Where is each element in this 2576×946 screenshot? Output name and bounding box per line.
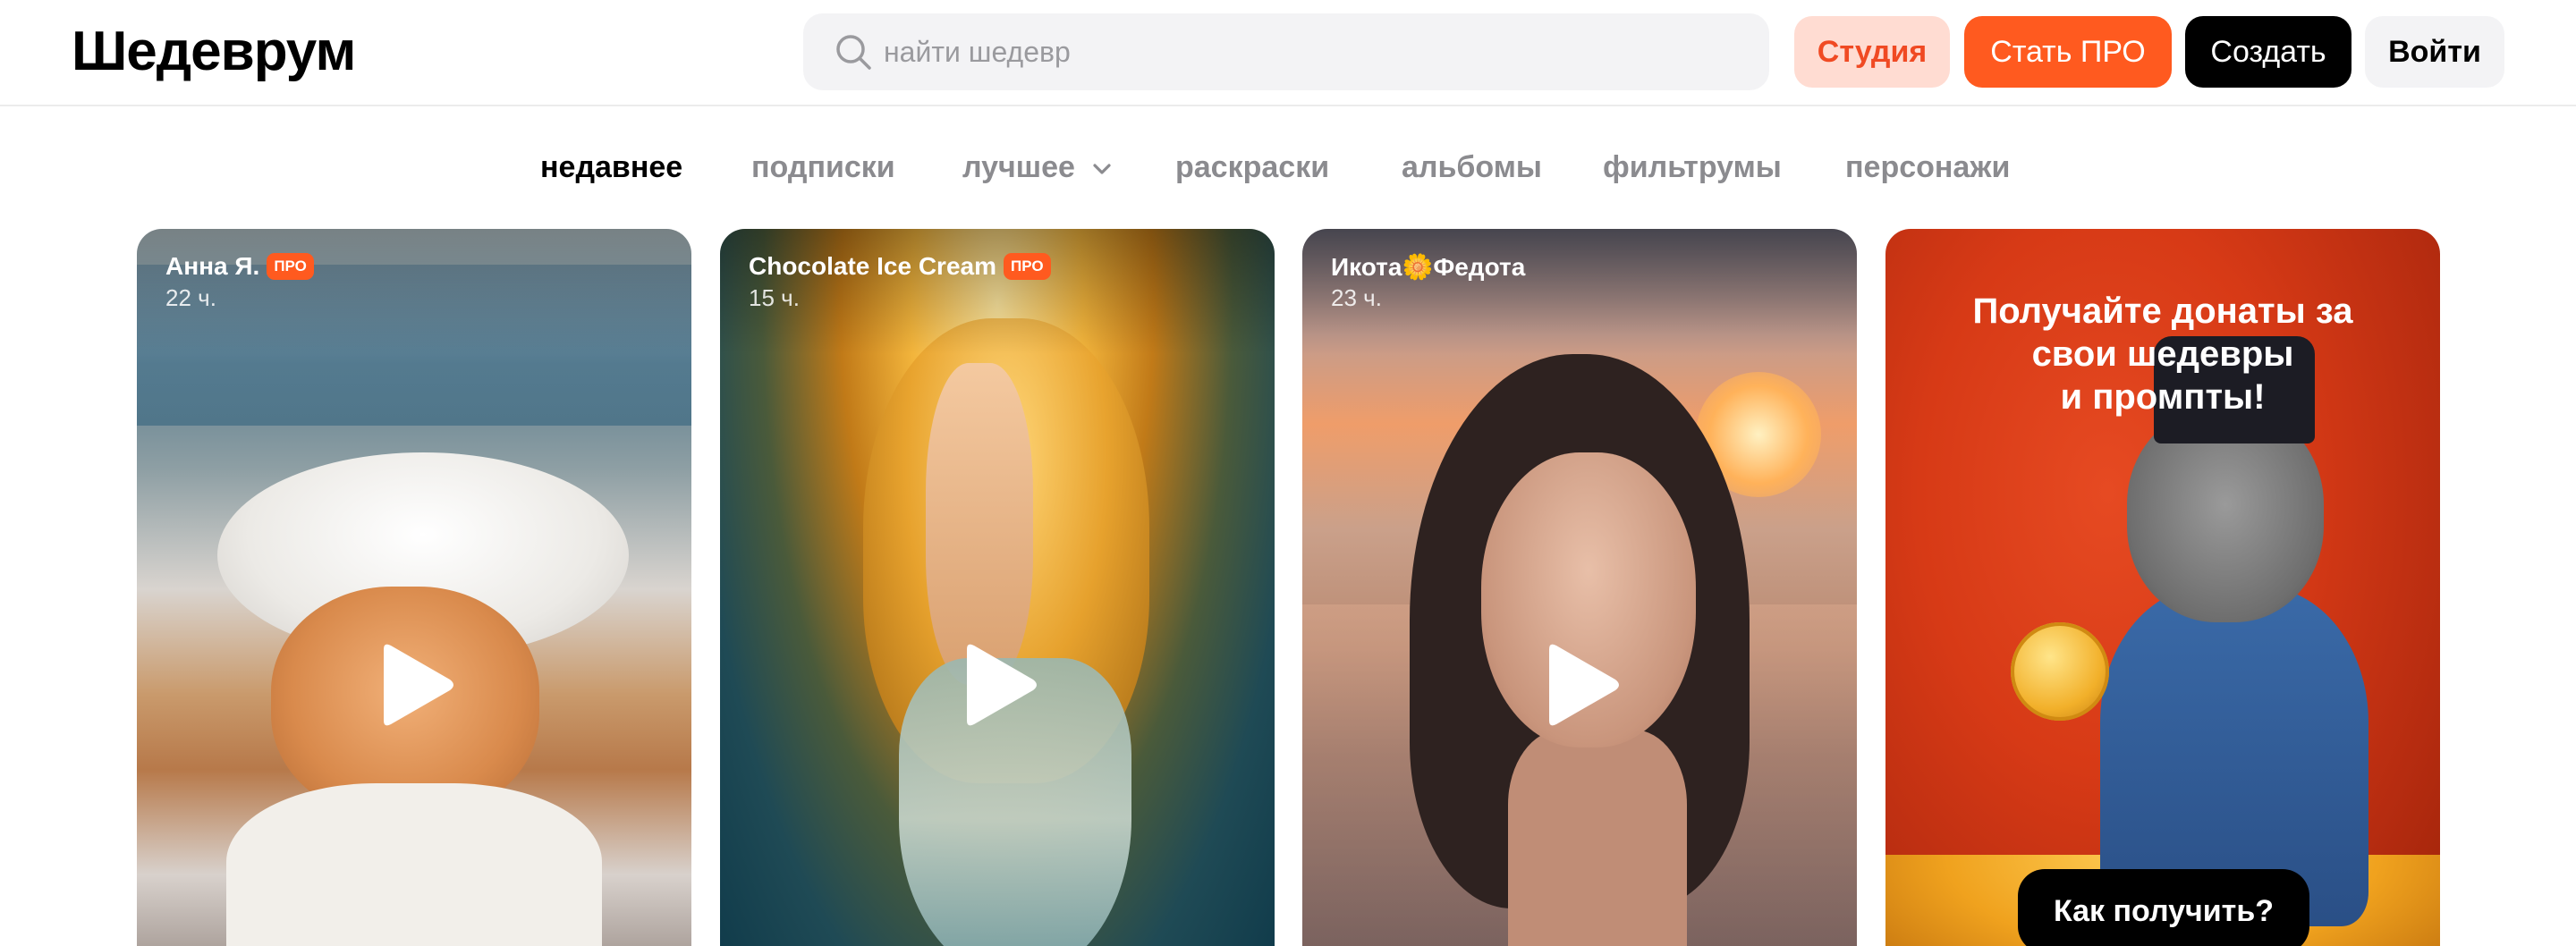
card-overlay — [137, 229, 691, 354]
author-name: Chocolate Ice Cream — [749, 252, 996, 280]
author-name: Анна Я. — [165, 252, 260, 280]
create-button[interactable]: Создать — [2185, 16, 2351, 88]
card-image — [926, 363, 1033, 685]
pro-badge: ПРО — [267, 253, 314, 280]
feed-card[interactable]: Анна Я. ПРО 22 ч. — [137, 229, 691, 946]
promo-line: свои шедевры — [2031, 334, 2294, 374]
promo-title: Получайте донаты за свои шедевры и промп… — [1921, 290, 2404, 418]
tab-characters[interactable]: персонажи — [1845, 145, 2010, 190]
play-icon[interactable] — [1537, 640, 1623, 730]
card-overlay — [1302, 229, 1857, 354]
top-header: Шедеврум Студия Стать ПРО Создать Войти — [0, 0, 2576, 106]
tab-label: фильтрумы — [1603, 150, 1782, 184]
author-name: Икота🌼Федота — [1331, 253, 1526, 281]
ruble-coin-icon — [2011, 622, 2109, 721]
feed-grid: Анна Я. ПРО 22 ч. Chocolate Ice Cream ПР… — [0, 229, 2576, 946]
tab-label: лучшее — [962, 150, 1075, 184]
tab-label: персонажи — [1845, 150, 2011, 184]
promo-card[interactable]: Получайте донаты за свои шедевры и промп… — [1885, 229, 2440, 946]
card-image — [226, 783, 602, 946]
tab-subscriptions[interactable]: подписки — [751, 145, 895, 190]
feed-card[interactable]: Chocolate Ice Cream ПРО 15 ч. — [720, 229, 1275, 946]
post-time: 22 ч. — [165, 284, 216, 311]
tab-best[interactable]: лучшее — [962, 145, 1112, 190]
login-button[interactable]: Войти — [2365, 16, 2504, 88]
tab-filters[interactable]: фильтрумы — [1603, 145, 1782, 190]
tab-coloring[interactable]: раскраски — [1175, 145, 1329, 190]
search-bar[interactable] — [803, 13, 1769, 90]
tab-label: подписки — [751, 150, 895, 184]
card-author[interactable]: Анна Я. ПРО — [165, 252, 314, 281]
tab-label: альбомы — [1402, 150, 1542, 184]
play-icon[interactable] — [954, 640, 1040, 730]
tab-label: раскраски — [1175, 150, 1330, 184]
studio-button[interactable]: Студия — [1794, 16, 1950, 88]
promo-line: Получайте донаты за — [1972, 291, 2353, 331]
play-icon[interactable] — [371, 640, 457, 730]
feed-card[interactable]: Икота🌼Федота 23 ч. — [1302, 229, 1857, 946]
promo-line: и промпты! — [2060, 377, 2266, 417]
pro-badge: ПРО — [1004, 253, 1051, 280]
feed-tabs: недавнее подписки лучшее раскраски альбо… — [0, 145, 2576, 190]
post-time: 15 ч. — [749, 284, 800, 311]
tab-albums[interactable]: альбомы — [1402, 145, 1542, 190]
card-author[interactable]: Chocolate Ice Cream ПРО — [749, 252, 1051, 281]
tab-label: недавнее — [540, 150, 683, 184]
become-pro-button[interactable]: Стать ПРО — [1964, 16, 2172, 88]
card-image — [1508, 730, 1687, 946]
card-author[interactable]: Икота🌼Федота — [1331, 252, 1525, 282]
card-overlay — [720, 229, 1275, 354]
search-input[interactable] — [884, 13, 1742, 90]
post-time: 23 ч. — [1331, 284, 1382, 311]
tab-recent[interactable]: недавнее — [540, 145, 682, 190]
how-to-get-button[interactable]: Как получить? — [2018, 869, 2309, 946]
search-icon — [836, 35, 871, 70]
chevron-down-icon — [1093, 164, 1112, 174]
site-logo[interactable]: Шедеврум — [72, 20, 356, 84]
